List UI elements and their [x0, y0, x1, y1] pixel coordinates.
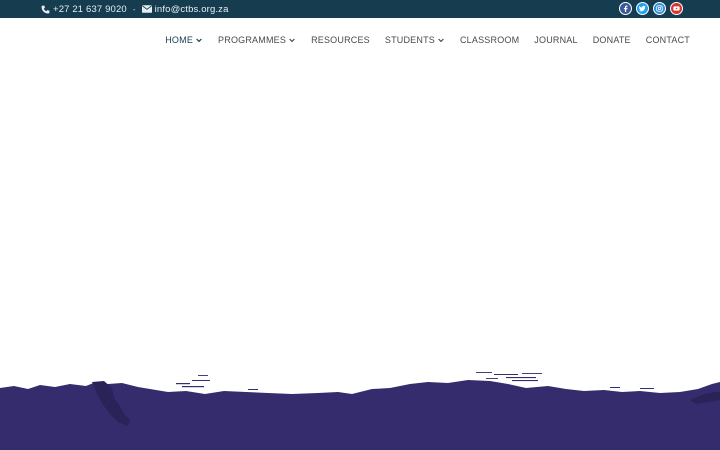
- nav-item-label: STUDENTS: [384, 35, 435, 45]
- nav-item-label: RESOURCES: [311, 35, 370, 45]
- nav-item-label: DONATE: [592, 35, 631, 45]
- nav-item-classroom[interactable]: CLASSROOM: [460, 34, 519, 46]
- top-bar: +27 21 637 9020 - info@ctbs.org.za: [0, 0, 720, 18]
- envelope-icon: [141, 4, 152, 14]
- nav-item-home[interactable]: HOME: [165, 34, 203, 46]
- chevron-down-icon: [196, 37, 203, 44]
- nav-item-label: CONTACT: [645, 35, 690, 45]
- main-navigation: HOME PROGRAMMES RESOURCES STUDENTS CLASS…: [150, 34, 690, 46]
- nav-item-contact[interactable]: CONTACT: [646, 34, 690, 46]
- nav-item-donate[interactable]: DONATE: [593, 34, 631, 46]
- nav-item-journal[interactable]: JOURNAL: [534, 34, 577, 46]
- instagram-icon[interactable]: [653, 2, 666, 15]
- phone-icon: [40, 4, 50, 14]
- brush-stroke-wave: [0, 372, 720, 450]
- chevron-down-icon: [438, 37, 445, 44]
- email-address[interactable]: info@ctbs.org.za: [155, 4, 229, 15]
- nav-item-students[interactable]: STUDENTS: [385, 34, 445, 46]
- page: +27 21 637 9020 - info@ctbs.org.za HOME: [0, 0, 720, 450]
- youtube-icon[interactable]: [670, 2, 683, 15]
- nav-item-label: HOME: [165, 35, 194, 45]
- contact-info: +27 21 637 9020 - info@ctbs.org.za: [40, 2, 229, 16]
- phone-number[interactable]: +27 21 637 9020: [53, 4, 127, 15]
- nav-item-resources[interactable]: RESOURCES: [311, 34, 370, 46]
- facebook-icon[interactable]: [619, 2, 632, 15]
- social-links: [619, 2, 683, 15]
- nav-item-label: CLASSROOM: [459, 35, 520, 45]
- nav-item-programmes[interactable]: PROGRAMMES: [218, 34, 296, 46]
- chevron-down-icon: [289, 37, 296, 44]
- nav-item-label: PROGRAMMES: [218, 35, 287, 45]
- nav-item-label: JOURNAL: [534, 35, 578, 45]
- twitter-icon[interactable]: [636, 2, 649, 15]
- contact-separator: -: [132, 4, 136, 14]
